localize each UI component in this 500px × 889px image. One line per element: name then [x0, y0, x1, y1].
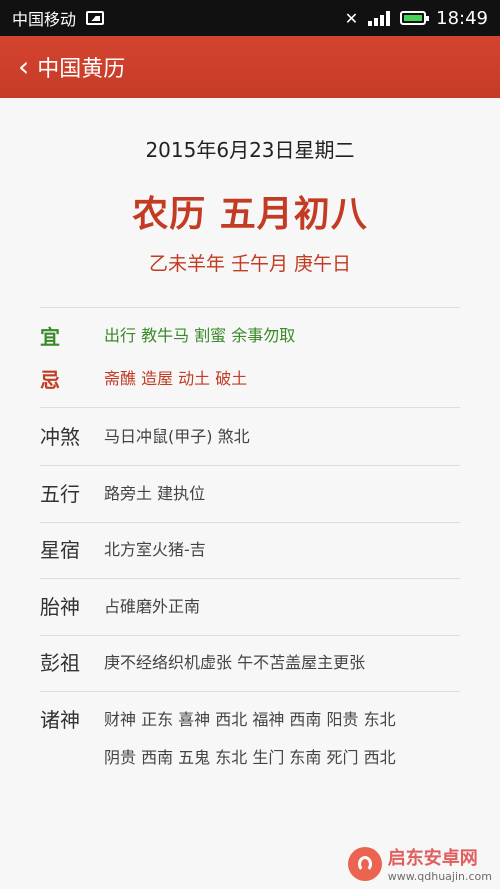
taishen-row: 胎神 占碓磨外正南 — [40, 588, 460, 626]
zhushen-row: 诸神 财神 正东 喜神 西北 福神 西南 阳贵 东北 阴贵 西南 五鬼 东北 生… — [40, 701, 460, 777]
divider — [40, 465, 460, 466]
pengzu-value: 庚不经络织机虚张 午不苫盖屋主更张 — [104, 653, 366, 672]
xingsu-label: 星宿 — [40, 538, 80, 562]
watermark-url: www.qdhuajin.com — [387, 870, 492, 883]
divider — [40, 578, 460, 579]
almanac-content: 2015年6月23日星期二 农历 五月初八 乙未羊年 壬午月 庚午日 — [0, 98, 500, 276]
wuxing-label: 五行 — [40, 482, 80, 506]
page-title[interactable]: 中国黄历 — [37, 51, 125, 83]
ji-value: 斋醮 造屋 动土 破土 — [104, 369, 248, 388]
pengzu-row: 彭祖 庚不经络织机虚张 午不苫盖屋主更张 — [40, 644, 460, 682]
chevron-left-icon[interactable]: ‹ — [18, 53, 29, 81]
ganzhi-date: 乙未羊年 壬午月 庚午日 — [148, 253, 352, 275]
yi-row: 宜 出行 教牛马 割蜜 余事勿取 — [40, 319, 460, 355]
divider — [40, 691, 460, 692]
carrier-label: 中国移动 — [12, 10, 77, 29]
xingsu-row: 星宿 北方室火猪-吉 — [40, 531, 460, 569]
status-bar: 中国移动 ✕ 18:49 — [0, 0, 500, 36]
signal-icon — [368, 10, 391, 26]
watermark-logo-icon — [347, 846, 382, 881]
zhushen-line2: 阴贵 西南 五鬼 东北 生门 东南 死门 西北 — [104, 748, 396, 767]
ji-row: 忌 斋醮 造屋 动土 破土 — [40, 362, 460, 398]
watermark-name: 启东安卓网 — [387, 848, 478, 869]
yi-label: 宜 — [40, 325, 60, 349]
taishen-value: 占碓磨外正南 — [104, 597, 201, 616]
mute-icon: ✕ — [344, 8, 359, 28]
chongsha-label: 冲煞 — [40, 425, 80, 449]
wuxing-value: 路旁土 建执位 — [104, 484, 206, 503]
image-notification-icon — [86, 11, 105, 25]
zhushen-line1: 财神 正东 喜神 西北 福神 西南 阳贵 东北 — [104, 710, 396, 729]
taishen-label: 胎神 — [40, 595, 80, 619]
pengzu-label: 彭祖 — [40, 651, 80, 675]
watermark: 启东安卓网 www.qdhuajin.com — [347, 844, 492, 883]
chongsha-value: 马日冲鼠(甲子) 煞北 — [104, 427, 250, 446]
app-header: ‹ 中国黄历 — [0, 36, 500, 98]
lunar-date: 农历 五月初八 — [132, 194, 368, 235]
zhushen-label: 诸神 — [40, 708, 80, 732]
yi-value: 出行 教牛马 割蜜 余事勿取 — [104, 326, 296, 345]
ji-label: 忌 — [40, 368, 60, 392]
battery-icon — [400, 11, 430, 25]
clock: 18:49 — [436, 7, 488, 29]
divider — [40, 407, 460, 408]
chongsha-row: 冲煞 马日冲鼠(甲子) 煞北 — [40, 418, 460, 456]
divider — [40, 635, 460, 636]
divider — [40, 307, 460, 308]
xingsu-value: 北方室火猪-吉 — [104, 540, 206, 559]
divider — [40, 522, 460, 523]
gregorian-date: 2015年6月23日星期二 — [145, 138, 355, 162]
wuxing-row: 五行 路旁土 建执位 — [40, 475, 460, 513]
